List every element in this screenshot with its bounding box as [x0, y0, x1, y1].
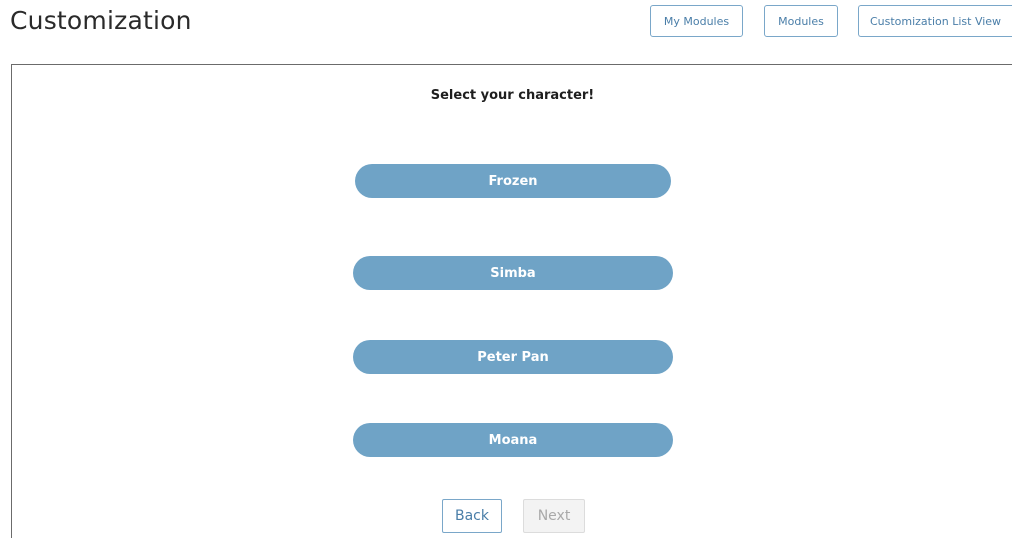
- character-button-moana[interactable]: Moana: [353, 423, 673, 457]
- my-modules-button[interactable]: My Modules: [650, 5, 743, 37]
- character-selection-panel: Select your character! Frozen Simba Pete…: [11, 64, 1012, 538]
- character-button-peter-pan[interactable]: Peter Pan: [353, 340, 673, 374]
- selection-prompt: Select your character!: [430, 88, 595, 103]
- modules-button[interactable]: Modules: [764, 5, 838, 37]
- customization-list-view-button[interactable]: Customization List View: [858, 5, 1012, 37]
- customization-page: Customization My Modules Modules Customi…: [0, 0, 1012, 538]
- character-button-frozen[interactable]: Frozen: [355, 164, 671, 198]
- character-button-simba[interactable]: Simba: [353, 256, 673, 290]
- next-button[interactable]: Next: [523, 499, 585, 533]
- page-title: Customization: [10, 6, 192, 35]
- back-button[interactable]: Back: [442, 499, 502, 533]
